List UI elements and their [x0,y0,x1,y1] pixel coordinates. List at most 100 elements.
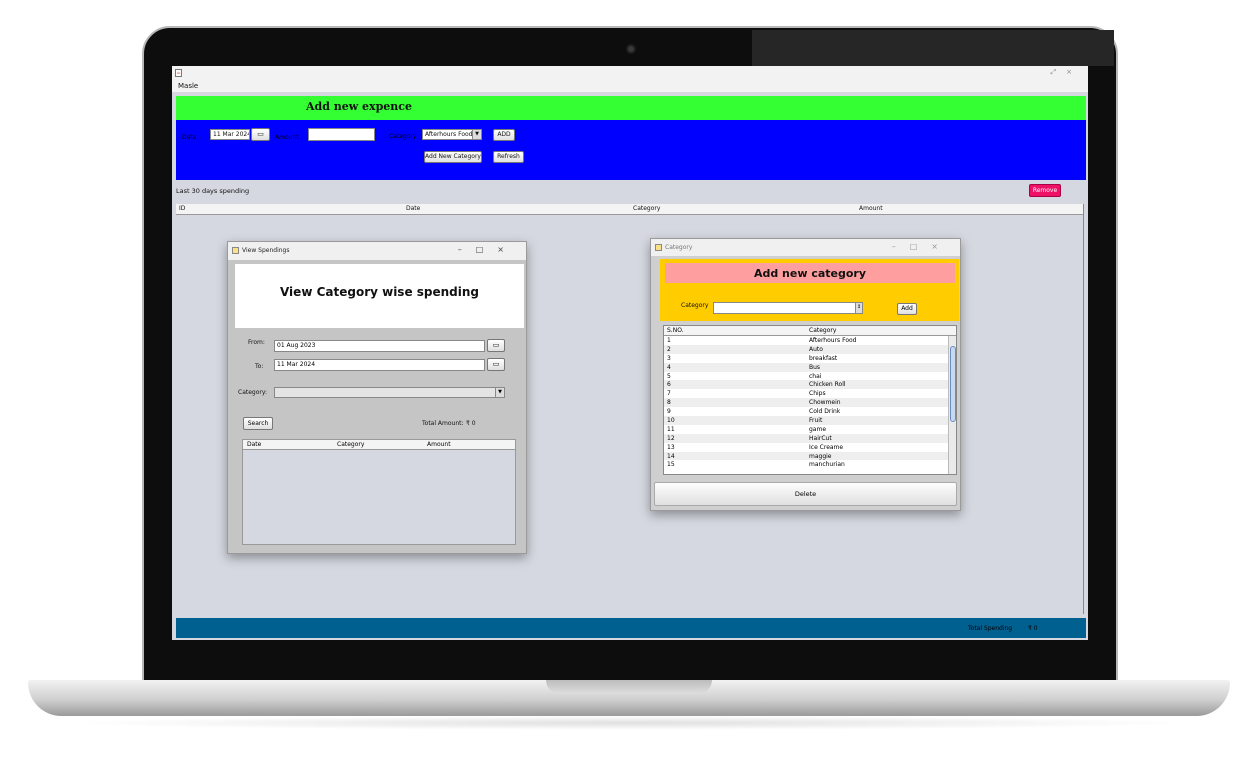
serial-number-cell: 11 [667,425,675,433]
serial-number-cell: 9 [667,408,671,416]
table-row[interactable]: 9 Cold Drink [664,407,948,416]
add-category-panel: Add new category Category ↕ Add [660,259,959,321]
add-category-button[interactable]: Add [897,303,917,315]
date-field[interactable]: 11 Mar 2024 [210,129,250,140]
category-combo[interactable]: ▼ [274,387,505,398]
serial-number-cell: 1 [667,337,671,344]
table-row[interactable]: 7 Chips [664,389,948,398]
category-input-label: Category [681,302,709,309]
status-bar: Total Spending ₹ 0 [176,618,1086,638]
category-window-title: Category [665,244,693,251]
period-label: Last 30 days spending [176,187,250,195]
scrollbar-thumb[interactable] [950,346,956,422]
view-spendings-heading: View Category wise spending [279,285,480,299]
date-label: Date [182,134,197,141]
table-row[interactable]: 12 HairCut [664,433,948,443]
category-titlebar[interactable]: Category –□× [651,239,960,256]
serial-number-cell: 10 [667,417,675,425]
total-amount-label: Total Amount: [422,420,464,427]
calendar-icon: ▭ [257,130,264,138]
column-header[interactable]: Amount [427,441,451,448]
category-name-cell: Chicken Roll [809,381,846,389]
view-spendings-titlebar[interactable]: View Spendings –□× [228,242,526,260]
from-label: From: [248,339,265,346]
add-expense-button[interactable]: ADD [493,129,515,141]
category-name-cell: Ice Creame [809,443,844,451]
serial-number-cell: 3 [667,354,671,362]
table-row[interactable]: 15 manchurian [664,460,948,469]
java-icon [655,244,662,251]
to-date-field[interactable]: 11 Mar 2024 [274,359,485,371]
refresh-button[interactable]: Refresh [493,151,524,163]
category-scrollbar[interactable] [948,336,956,474]
category-input[interactable]: ↕ [713,302,863,314]
category-label: Category: [238,389,267,396]
spending-table: Date Category Amount [242,439,516,545]
column-header[interactable]: Amount [859,205,883,212]
window-controls[interactable]: ⤢× [1051,68,1082,77]
table-row[interactable]: 6 Chicken Roll [664,380,948,390]
column-header[interactable]: Date [406,205,420,212]
table-row[interactable]: 3 breakfast [664,354,948,363]
spinner-icon: ↕ [855,303,862,313]
total-spending-value: ₹ 0 [1028,625,1038,632]
window-buttons[interactable]: –□× [458,245,518,254]
table-row[interactable]: 13 Ice Creame [664,443,948,452]
window-buttons[interactable]: –□× [892,242,952,251]
serial-number-cell: 5 [667,372,671,380]
view-spendings-title: View Spendings [242,247,290,254]
laptop-reflection [752,30,1114,66]
serial-number-cell: 2 [667,345,671,353]
category-name-cell: Afterhours Food [809,337,857,344]
column-header[interactable]: Category [633,205,660,212]
table-row[interactable]: 1 Afterhours Food [664,336,948,345]
delete-category-button[interactable]: Delete [654,482,957,506]
from-calendar-button[interactable]: ▭ [487,339,505,352]
category-name-cell: Fruit [809,417,823,425]
view-spendings-banner: View Category wise spending [235,264,524,328]
menu-bar: Masle [172,80,1088,92]
table-border [1083,204,1084,614]
add-new-category-button[interactable]: Add New Category [424,151,482,163]
expense-form-panel: Date 11 Mar 2024 ▭ Amount Category After… [176,120,1086,180]
table-row[interactable]: 14 maggie [664,451,948,461]
category-name-cell: chai [809,372,822,380]
calendar-icon: ▭ [492,360,500,368]
category-name-cell: Cold Drink [809,408,841,416]
serial-number-cell: 12 [667,434,675,442]
spending-table-header: Date Category Amount [243,440,515,450]
category-table-header: S.NO. Category [664,326,956,336]
table-row[interactable]: 11 game [664,425,948,434]
column-header[interactable]: ID [179,205,185,212]
chevron-down-icon: ▼ [495,388,504,397]
add-category-banner: Add new category [665,263,955,283]
search-button[interactable]: Search [243,417,273,430]
serial-number-cell: 8 [667,399,671,407]
column-header[interactable]: Date [247,441,261,448]
amount-field[interactable] [308,128,375,141]
to-calendar-button[interactable]: ▭ [487,358,505,371]
java-icon: ☕ [175,69,182,77]
table-row[interactable]: 5 chai [664,372,948,381]
remove-button[interactable]: Remove [1029,184,1061,197]
chevron-down-icon: ▼ [472,130,481,139]
table-row[interactable]: 8 Chowmein [664,398,948,408]
category-rows: 1 Afterhours Food 2 Auto 3 breakfast 4 Bus 5 chai… [664,336,948,469]
serial-number-cell: 14 [667,452,675,460]
add-expense-header: Add new expence [176,96,1086,120]
table-row[interactable]: 10 Fruit [664,416,948,425]
calendar-icon: ▭ [492,341,500,349]
column-header[interactable]: Category [337,441,364,448]
java-icon [232,247,239,254]
calendar-button[interactable]: ▭ [251,128,270,141]
serial-number-cell: 6 [667,381,671,389]
column-header[interactable]: S.NO. [667,327,684,334]
amount-label: Amount [275,134,299,141]
table-row[interactable]: 2 Auto [664,344,948,354]
column-header[interactable]: Category [809,327,836,334]
category-select[interactable]: Afterhours Food ▼ [422,129,482,140]
menu-masle[interactable]: Masle [178,82,198,90]
from-date-field[interactable]: 01 Aug 2023 [274,340,485,352]
table-row[interactable]: 4 Bus [664,362,948,372]
serial-number-cell: 15 [667,461,675,469]
